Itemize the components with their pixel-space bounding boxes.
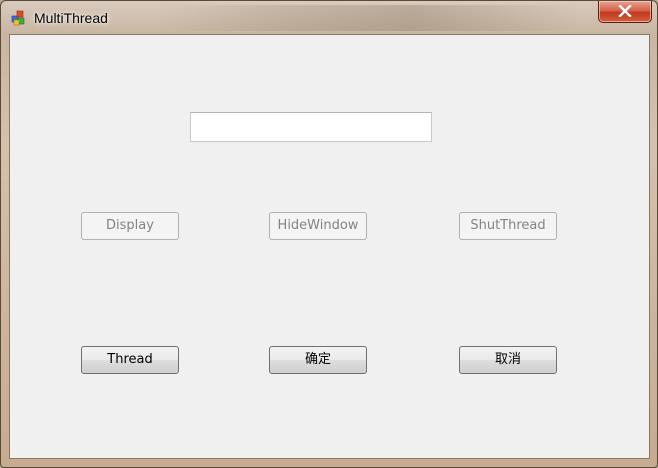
close-button[interactable] <box>598 1 652 23</box>
cancel-button[interactable]: 取消 <box>459 346 557 374</box>
window-title: MultiThread <box>34 10 108 26</box>
thread-button[interactable]: Thread <box>81 346 179 374</box>
ok-button[interactable]: 确定 <box>269 346 367 374</box>
text-input[interactable] <box>190 112 432 142</box>
mfc-app-icon <box>11 10 27 26</box>
close-icon <box>618 5 632 17</box>
hide-window-button[interactable]: HideWindow <box>269 212 367 240</box>
display-button[interactable]: Display <box>81 212 179 240</box>
shut-thread-button[interactable]: ShutThread <box>459 212 557 240</box>
title-bar[interactable]: MultiThread <box>1 1 657 33</box>
client-area: Display HideWindow ShutThread Thread 确定 … <box>9 34 650 459</box>
dialog-window: MultiThread Display HideWindow ShutThrea… <box>0 0 658 468</box>
